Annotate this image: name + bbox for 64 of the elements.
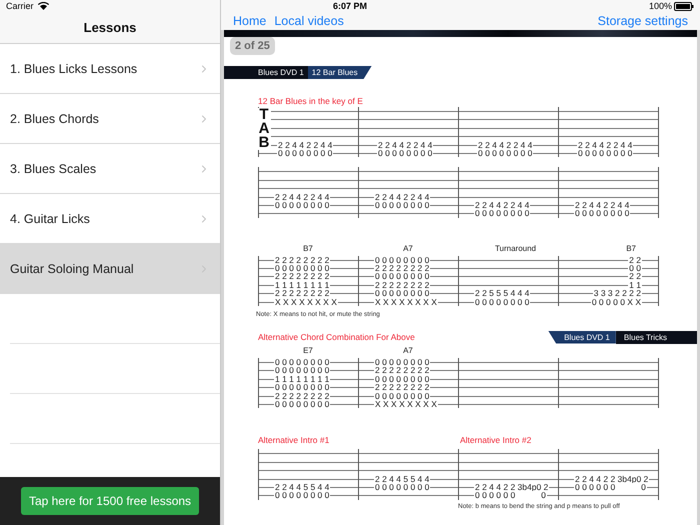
wifi-icon <box>38 2 49 10</box>
fret-numbers: 0 0 0 0 0 0 0 0 <box>274 358 330 366</box>
fret-numbers: 2 2 <box>628 272 642 281</box>
chord-name: A7 <box>403 244 413 254</box>
section-heading: Alternative Intro #1 <box>258 435 330 446</box>
fret-numbers: 2 2 4 4 2 2 4 4 <box>277 140 334 149</box>
fret-numbers: 3 3 3 2 2 2 2 <box>592 289 642 298</box>
fret-numbers: X X X X X X X X <box>374 298 438 306</box>
fret-numbers: 2 2 4 4 2 2 3b4p0 2 <box>574 474 650 483</box>
fret-numbers: 2 2 4 4 2 2 4 4 <box>274 192 330 201</box>
section-heading: Alternative Intro #2 <box>460 435 532 446</box>
fret-numbers: 2 2 4 4 5 5 4 4 <box>374 474 430 483</box>
fret-numbers: 0 0 0 0 0 0 0 0 <box>574 209 630 218</box>
chord-name: A7 <box>403 346 413 356</box>
fret-numbers: 0 0 0 0 0 0 0 0 <box>374 272 430 281</box>
fret-numbers: 0 0 0 0 0 0 0 0 <box>274 366 330 375</box>
fret-numbers: 0 0 0 0 0 0 0 0 <box>474 209 530 218</box>
section-heading: 12 Bar Blues in the key of E <box>258 96 363 106</box>
fret-numbers: 0 0 0 0 0 0 0 0 <box>274 383 330 392</box>
fret-numbers: X X X X X X X X <box>374 400 438 408</box>
fret-numbers: 2 2 2 2 2 2 2 2 <box>374 383 430 392</box>
nav-link[interactable]: Local videos <box>274 14 344 28</box>
battery-percent: 100% <box>648 0 672 12</box>
breadcrumb-segment: Blues Tricks <box>616 330 697 344</box>
fret-numbers: 2 2 2 2 2 2 2 2 <box>374 366 430 375</box>
fret-numbers: 2 2 2 2 2 2 2 2 <box>374 264 430 272</box>
fret-numbers: 0 0 0 0 0 0 0 0 <box>274 491 330 500</box>
chord-name: B7 <box>303 244 313 254</box>
sidebar-title: Lessons <box>84 20 136 35</box>
page-counter: 2 of 25 <box>230 37 275 55</box>
fret-numbers: 0 0 <box>628 264 642 272</box>
fret-numbers: 2 2 4 4 2 2 4 4 <box>474 200 530 210</box>
fret-numbers: 2 2 4 4 2 2 4 4 <box>374 192 430 201</box>
fret-numbers: 2 2 2 2 2 2 2 2 <box>274 256 330 264</box>
fret-numbers: 0 0 0 0 0 0 0 0 <box>374 289 430 298</box>
fret-numbers: 2 2 4 4 2 2 3b4p0 2 <box>474 482 550 492</box>
fret-numbers: 0 0 0 0 0 0 0 0 <box>374 256 430 264</box>
fret-numbers: 2 2 4 4 2 2 4 4 <box>377 140 434 149</box>
fret-numbers: 2 2 4 4 2 2 4 4 <box>574 200 630 210</box>
section-heading: Alternative Chord Combination For Above <box>258 332 415 342</box>
carrier-label: Carrier <box>6 0 34 12</box>
nav-link[interactable]: Home <box>233 14 266 28</box>
breadcrumb-segment: Blues DVD 1 <box>224 66 308 79</box>
fret-numbers: 2 2 4 4 2 2 4 4 <box>477 140 534 149</box>
fret-numbers: 2 2 5 5 5 4 4 4 <box>474 289 530 298</box>
fret-numbers: 0 0 0 0 0 0 0 0 <box>274 264 330 272</box>
storage-settings-link[interactable]: Storage settings <box>598 14 688 28</box>
tab-clef: T A B <box>257 108 271 150</box>
lesson-item[interactable]: Guitar Soloing Manual <box>0 244 220 294</box>
fret-numbers: 2 2 4 4 5 5 4 4 <box>274 482 330 492</box>
fret-numbers: 2 2 4 4 2 2 4 4 <box>577 140 634 149</box>
chord-name: E7 <box>303 346 313 356</box>
breadcrumb-segment: 12 Bar Blues <box>308 66 372 79</box>
fret-numbers: 2 2 <box>628 256 642 264</box>
fret-numbers: 2 2 2 2 2 2 2 2 <box>274 289 330 298</box>
fret-numbers: 0 0 0 0 0 0 0 <box>474 491 547 500</box>
battery-icon <box>674 2 694 10</box>
fret-numbers: X X X X X X X X <box>274 298 338 306</box>
status-time: 6:07 PM <box>333 1 368 12</box>
fret-numbers: 0 0 0 0 0 0 0 0 <box>374 358 430 366</box>
chord-name: B7 <box>626 244 636 254</box>
breadcrumb-segment: Blues DVD 1 <box>548 330 616 344</box>
chord-name: Turnaround <box>494 244 536 254</box>
fret-numbers: 2 2 2 2 2 2 2 2 <box>274 272 330 281</box>
